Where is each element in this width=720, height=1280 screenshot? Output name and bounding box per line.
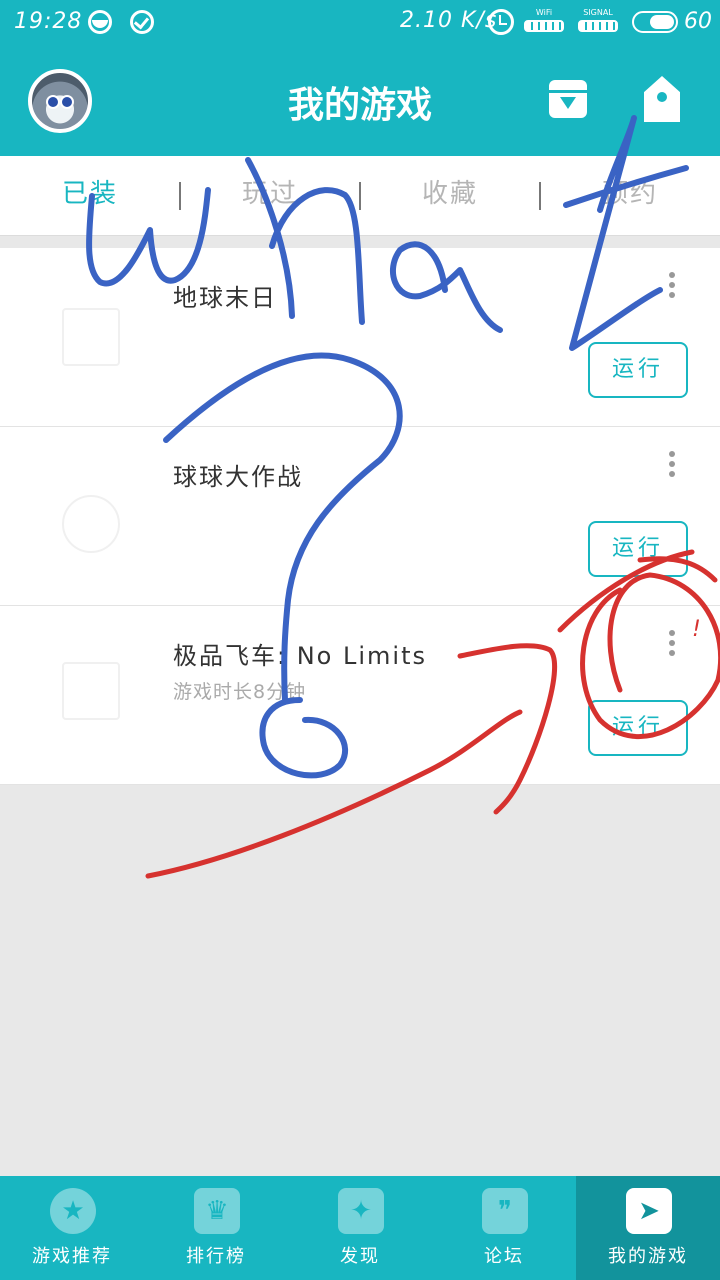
game-thumbnail [62,662,120,720]
game-thumbnail [62,495,120,553]
app-header: 我的游戏 [0,44,720,156]
tab-installed[interactable]: 已装 [0,156,180,236]
more-options-icon[interactable] [666,449,678,481]
alarm-icon [488,9,514,35]
star-icon [50,1188,96,1234]
tab-divider [179,182,181,210]
status-bar: 19:28 2.10 K/s WiFi SIGNAL 60 [0,0,720,44]
tab-divider [539,182,541,210]
run-button[interactable]: 运行 [588,521,688,577]
list-item[interactable]: 极品飞车: No Limits 游戏时长8分钟 运行 [0,606,720,785]
top-bar: 19:28 2.10 K/s WiFi SIGNAL 60 我的游戏 [0,0,720,156]
more-options-icon[interactable] [666,628,678,660]
nav-item-recommended[interactable]: 游戏推荐 [0,1176,144,1280]
nav-item-my-games[interactable]: 我的游戏 [576,1176,720,1280]
signal-icon: SIGNAL [578,8,618,32]
bottom-nav: 游戏推荐 排行榜 发现 论坛 我的游戏 [0,1176,720,1280]
tab-played[interactable]: 玩过 [180,156,360,236]
page-title: 我的游戏 [287,85,432,126]
tab-divider [359,182,361,210]
tab-reservations[interactable]: 预约 [540,156,720,236]
run-button[interactable]: 运行 [588,342,688,398]
more-options-icon[interactable] [666,270,678,302]
network-speed: 2.10 K/s [400,8,498,33]
nav-label: 论坛 [484,1246,524,1267]
list-item[interactable]: 球球大作战 运行 [0,427,720,606]
game-name: 极品飞车: No Limits [173,642,427,670]
tab-favorites[interactable]: 收藏 [360,156,540,236]
quote-icon [482,1188,528,1234]
nav-label: 排行榜 [186,1246,246,1267]
battery-level: 60 [684,9,712,34]
download-icon[interactable] [549,80,587,118]
battery-icon [632,11,678,33]
nav-item-forum[interactable]: 论坛 [432,1176,576,1280]
nav-label: 发现 [340,1246,380,1267]
send-icon [626,1188,672,1234]
nav-item-discover[interactable]: 发现 [288,1176,432,1280]
game-name: 地球末日 [173,284,277,312]
check-notification-icon [130,10,154,34]
game-list: 地球末日 运行 球球大作战 运行 极品飞车: No Limits 游戏时长8分钟… [0,248,720,785]
nav-label: 游戏推荐 [32,1246,112,1267]
list-item[interactable]: 地球末日 运行 [0,248,720,427]
status-time: 19:28 [14,9,83,34]
app-notification-icon [88,10,112,34]
sparkle-icon [338,1188,384,1234]
game-thumbnail [62,308,120,366]
play-duration: 游戏时长8分钟 [173,681,307,703]
run-button[interactable]: 运行 [588,700,688,756]
game-name: 球球大作战 [173,463,303,491]
wifi-icon: WiFi [524,8,564,32]
trophy-icon [194,1188,240,1234]
nav-item-rankings[interactable]: 排行榜 [144,1176,288,1280]
nav-label: 我的游戏 [608,1246,688,1267]
tab-bar: 已装 玩过 收藏 预约 [0,156,720,236]
